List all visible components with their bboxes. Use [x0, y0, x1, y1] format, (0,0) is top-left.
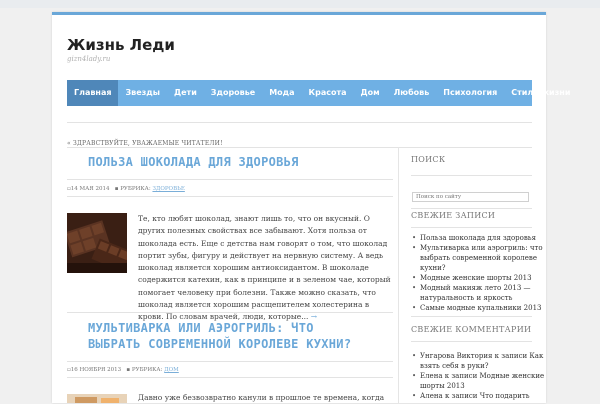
- sidebar-heading-recent-comments: СВЕЖИЕ КОММЕНТАРИИ: [411, 325, 532, 334]
- post-title[interactable]: ПОЛЬЗА ШОКОЛАДА ДЛЯ ЗДОРОВЬЯ: [88, 154, 299, 170]
- nav-item-home[interactable]: Главная: [67, 80, 119, 106]
- main-navigation: Главная Звезды Дети Здоровье Мода Красот…: [67, 80, 570, 106]
- post-thumbnail-chocolate[interactable]: [67, 213, 127, 273]
- post-date: 16 НОЯБРЯ 2013: [70, 367, 122, 373]
- divider: [67, 122, 532, 123]
- recent-post-link[interactable]: Самые модные купальники 2013: [412, 303, 546, 313]
- divider: [411, 316, 532, 317]
- sidebar-heading-search: ПОИСК: [411, 155, 446, 164]
- folder-icon: ▪: [126, 367, 131, 373]
- nav-item-health[interactable]: Здоровье: [204, 80, 262, 106]
- category-label: РУБРИКА:: [131, 367, 163, 373]
- sidebar-divider: [398, 147, 399, 403]
- post-title[interactable]: МУЛЬТИВАРКА ИЛИ АЭРОГРИЛЬ: ЧТО ВЫБРАТЬ С…: [88, 320, 393, 352]
- nav-item-kids[interactable]: Дети: [167, 80, 204, 106]
- browser-top-strip: [0, 0, 600, 8]
- category-link[interactable]: ЗДОРОВЬЕ: [152, 186, 184, 192]
- nav-item-lifestyle[interactable]: Стиль жизни: [504, 80, 577, 106]
- divider: [67, 196, 393, 197]
- post-excerpt-text: Те, кто любят шоколад, знают лишь то, чт…: [138, 214, 391, 322]
- site-description: gizn4lady.ru: [67, 55, 111, 63]
- recent-post-link[interactable]: Модный макияж лето 2013 — натуральность …: [412, 283, 546, 303]
- recent-post-link[interactable]: Мультиварка или аэрогриль: что выбрать с…: [412, 243, 546, 273]
- divider: [411, 227, 532, 228]
- nav-item-psychology[interactable]: Психология: [436, 80, 504, 106]
- recent-comment-link[interactable]: Унгарова Виктория к записи Как взять себ…: [412, 351, 546, 371]
- divider: [67, 179, 393, 180]
- search-input[interactable]: [412, 192, 529, 202]
- nav-item-home-decor[interactable]: Дом: [353, 80, 386, 106]
- chocolate-image: [67, 213, 127, 273]
- post-meta: ▫14 МАЯ 2014 ▪ РУБРИКА: ЗДОРОВЬЕ: [67, 186, 185, 192]
- nav-item-beauty[interactable]: Красота: [302, 80, 354, 106]
- divider: [67, 147, 532, 148]
- nav-item-fashion[interactable]: Мода: [262, 80, 301, 106]
- recent-post-link[interactable]: Модные женские шорты 2013: [412, 273, 546, 283]
- recent-posts-list: Польза шоколада для здоровья Мультиварка…: [411, 233, 546, 313]
- category-link[interactable]: ДОМ: [164, 367, 179, 373]
- notice-link[interactable]: « ЗДРАВСТВУЙТЕ, УВАЖАЕМЫЕ ЧИТАТЕЛИ!: [67, 140, 223, 147]
- category-label: РУБРИКА:: [120, 186, 151, 192]
- recent-post-link[interactable]: Польза шоколада для здоровья: [412, 233, 546, 243]
- divider: [411, 341, 532, 342]
- divider: [411, 175, 532, 176]
- post-date: 14 МАЯ 2014: [70, 186, 110, 192]
- post-meta: ▫16 НОЯБРЯ 2013 ▪ РУБРИКА: ДОМ: [67, 367, 179, 373]
- divider: [411, 208, 532, 209]
- post-title-line-2[interactable]: ВЫБРАТЬ СОВРЕМЕННОЙ КОРОЛЕВЕ КУХНИ?: [88, 336, 393, 352]
- post-excerpt: Те, кто любят шоколад, знают лишь то, чт…: [138, 213, 392, 324]
- site-title[interactable]: Жизнь Леди: [67, 36, 175, 54]
- recent-comment-link[interactable]: Елена к записи Модные женские шорты 2013: [412, 371, 546, 391]
- divider: [67, 312, 393, 313]
- recent-comments-list: Унгарова Виктория к записи Как взять себ…: [411, 351, 546, 401]
- folder-icon: ▪: [114, 186, 119, 192]
- nav-item-love[interactable]: Любовь: [387, 80, 437, 106]
- divider: [67, 377, 393, 378]
- nav-item-stars[interactable]: Звезды: [118, 80, 167, 106]
- post-thumbnail-kitchen[interactable]: [67, 391, 127, 403]
- post-excerpt: Давно уже безвозвратно канули в прошлое …: [138, 393, 385, 402]
- kitchen-image: [67, 394, 127, 403]
- sidebar-heading-recent-posts: СВЕЖИЕ ЗАПИСИ: [411, 211, 496, 220]
- divider: [67, 361, 393, 362]
- post-title-line-1[interactable]: МУЛЬТИВАРКА ИЛИ АЭРОГРИЛЬ: ЧТО: [88, 320, 393, 336]
- page-container: Жизнь Леди gizn4lady.ru Главная Звезды Д…: [52, 12, 570, 403]
